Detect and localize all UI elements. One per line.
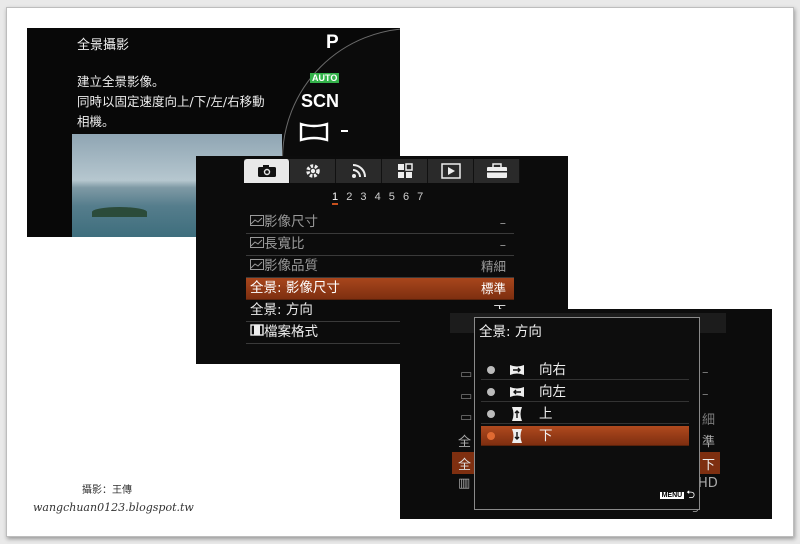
mode-description: 建立全景影像。 同時以固定速度向上/下/左/右移動 相機。 <box>77 74 265 129</box>
tab-custom[interactable] <box>382 159 428 183</box>
bg-value: – <box>702 365 709 380</box>
page-1[interactable]: 1 <box>332 191 339 205</box>
pan-right-icon <box>509 364 525 380</box>
film-icon <box>250 324 264 336</box>
menu-tabs <box>244 159 520 183</box>
option-up[interactable]: 上 <box>481 404 689 424</box>
menu-item-panorama-size[interactable]: 全景: 影像尺寸 標準 <box>246 278 514 300</box>
page-6[interactable]: 6 <box>403 191 409 203</box>
menu-item-image-quality[interactable]: 影像品質 精細 <box>246 256 514 278</box>
page-4[interactable]: 4 <box>375 191 381 203</box>
still-image-icon <box>250 259 264 270</box>
page-7[interactable]: 7 <box>417 191 423 203</box>
radio-dot <box>487 410 495 418</box>
gear-icon <box>305 164 320 178</box>
option-left[interactable]: 向左 <box>481 382 689 402</box>
playback-icon <box>440 163 461 179</box>
toolbox-icon <box>486 163 507 178</box>
direction-dialog-screen: ▭ ▭ ▭ 全 全 ▥ – – 細 準 下 HD ⮌ 全景: 方向 向右 向左 … <box>400 309 772 519</box>
photo-credit: 攝影：王傳 <box>82 485 132 496</box>
option-down[interactable]: 下 <box>481 426 689 446</box>
dialog-title: 全景: 方向 <box>479 324 542 340</box>
direction-dialog: 全景: 方向 向右 向左 上 下 MENU ⮌ <box>474 317 700 510</box>
menu-item-image-size[interactable]: 影像尺寸 – <box>246 212 514 234</box>
still-image-icon <box>250 237 264 248</box>
mode-title: 全景攝影 <box>77 38 130 53</box>
page-3[interactable]: 3 <box>360 191 366 203</box>
bg-film-icon: ▥ <box>458 476 471 491</box>
bg-value: HD <box>698 476 718 491</box>
tab-settings[interactable] <box>290 159 336 183</box>
radio-dot <box>487 388 495 396</box>
bg-image-icon: ▭ <box>460 367 473 382</box>
bg-value: 準 <box>702 435 716 450</box>
bg-image-icon: ▭ <box>460 410 473 425</box>
dial-indicator <box>341 130 348 132</box>
blog-url: wangchuan0123.blogspot.tw <box>33 501 194 514</box>
mode-p: P <box>326 32 339 53</box>
bg-value: 下 <box>702 458 716 473</box>
bg-value: 細 <box>702 413 716 428</box>
pan-left-icon <box>509 386 525 402</box>
bg-value: – <box>702 387 709 402</box>
return-icon: ⮌ <box>686 488 695 501</box>
pan-up-icon <box>511 406 523 426</box>
menu-back-button[interactable]: MENU ⮌ <box>659 486 695 505</box>
custom-grid-icon <box>397 163 413 178</box>
radio-dot <box>487 432 495 440</box>
menu-item-aspect-ratio[interactable]: 長寬比 – <box>246 234 514 256</box>
tab-wireless[interactable] <box>336 159 382 183</box>
wireless-icon <box>351 164 366 178</box>
page-2[interactable]: 2 <box>346 191 352 203</box>
option-right[interactable]: 向右 <box>481 360 689 380</box>
bg-label: 全 <box>458 435 472 450</box>
page-indicator: 1 2 3 4 5 6 7 <box>332 191 428 205</box>
mode-auto: AUTO <box>310 73 340 83</box>
panorama-mode-icon <box>299 122 333 146</box>
page-5[interactable]: 5 <box>389 191 395 203</box>
camera-icon <box>257 165 276 177</box>
bg-image-icon: ▭ <box>460 389 473 404</box>
still-image-icon <box>250 215 264 226</box>
tab-playback[interactable] <box>428 159 474 183</box>
tab-setup[interactable] <box>474 159 520 183</box>
radio-dot <box>487 366 495 374</box>
mode-scn: SCN <box>301 91 340 111</box>
tab-camera[interactable] <box>244 159 290 183</box>
bg-label: 全 <box>458 458 472 473</box>
pan-down-icon <box>511 428 523 448</box>
